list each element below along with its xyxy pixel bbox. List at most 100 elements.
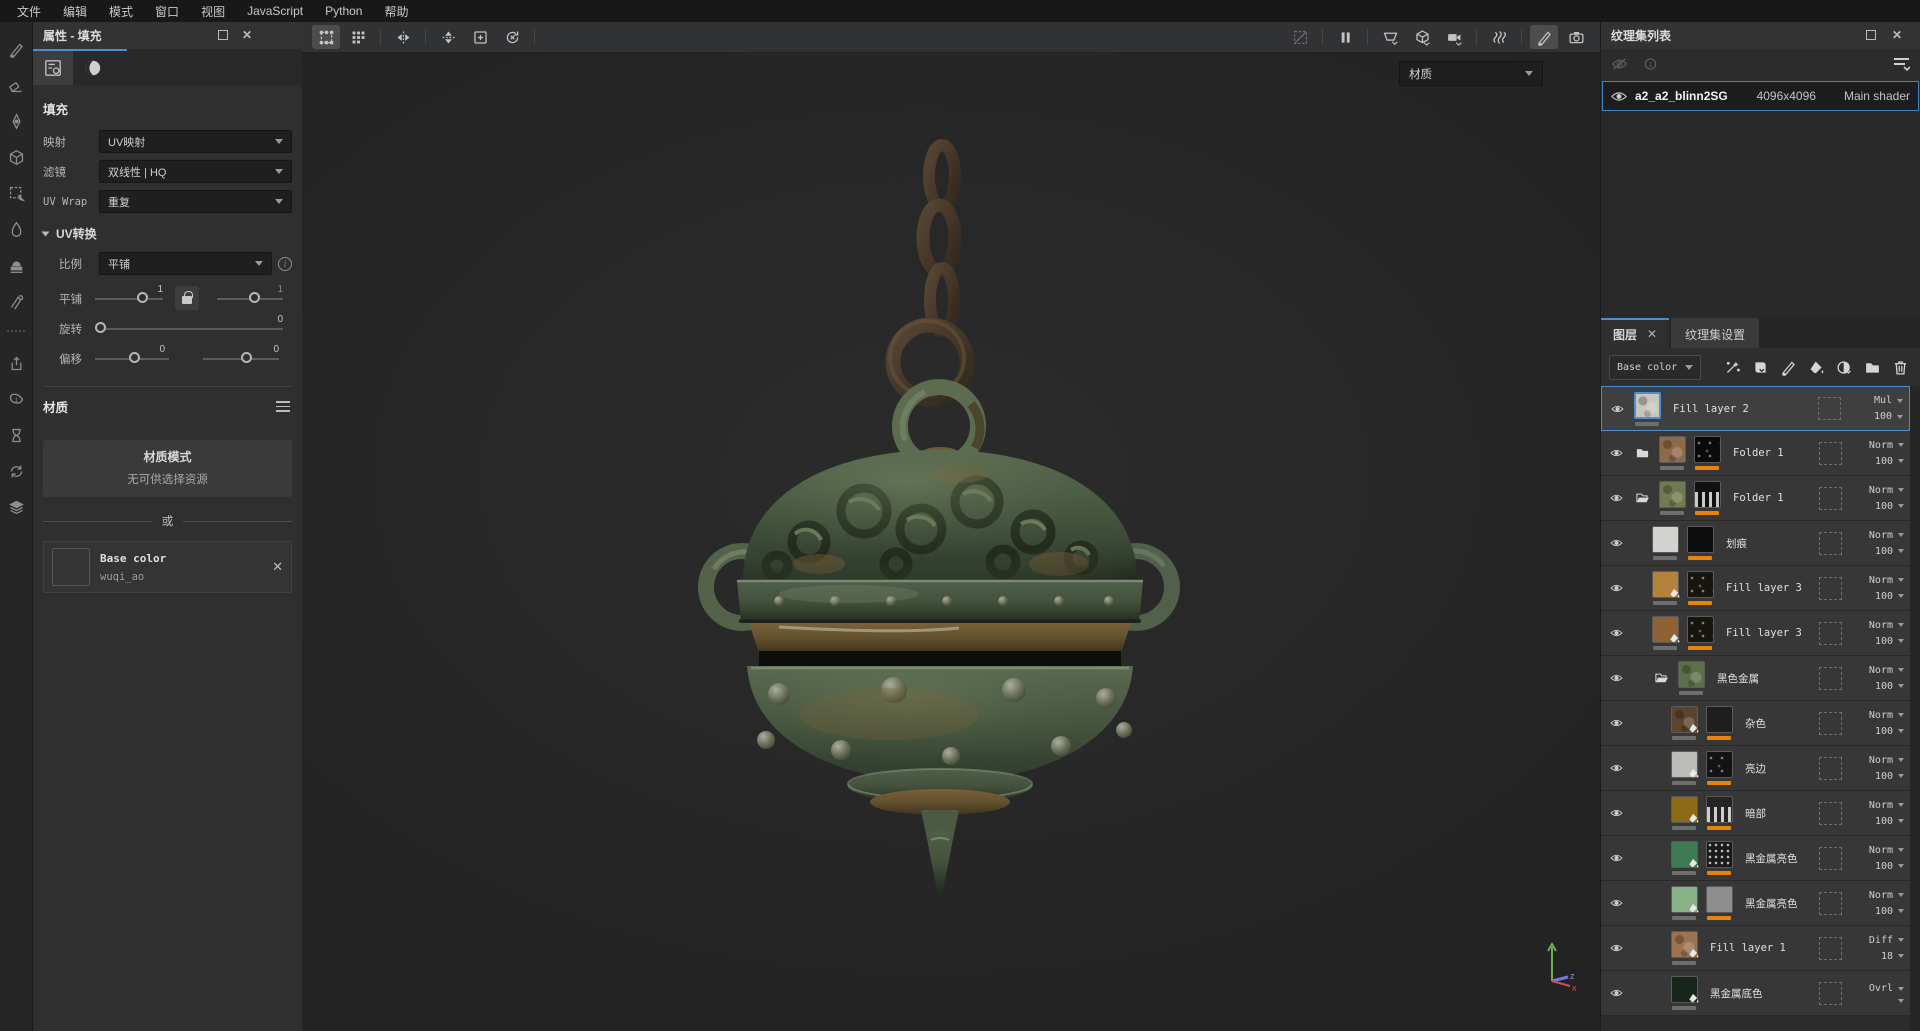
offset-slider-v-handle[interactable] [241, 352, 252, 363]
tile-slider-u-handle[interactable] [137, 292, 148, 303]
layer-mask-thumbnail[interactable] [1685, 616, 1715, 650]
layer-row-14[interactable]: 黑金属底色 Ovrl [1601, 971, 1910, 1016]
menu-item-6[interactable]: JavaScript [236, 2, 314, 20]
offset-slider-u[interactable]: 0 [95, 344, 169, 363]
opacity-select[interactable]: 100 [1875, 906, 1904, 917]
layer-row-5[interactable]: Fill layer 3 Norm 100 [1601, 566, 1910, 611]
uvwrap-select[interactable]: 重复 [99, 190, 292, 213]
delete-layer-icon[interactable] [1888, 355, 1912, 379]
eye-off-icon[interactable] [1611, 57, 1628, 74]
tab-texture-set-settings[interactable]: 纹理集设置 [1671, 318, 1760, 348]
eye-icon[interactable] [1601, 447, 1631, 459]
eye-icon[interactable] [1601, 852, 1631, 864]
menu-item-1[interactable]: 文件 [6, 1, 52, 22]
layer-thumbnail[interactable] [1669, 886, 1699, 920]
layer-thumbnail[interactable] [1657, 436, 1687, 470]
eye-icon[interactable] [1601, 897, 1631, 909]
layer-thumbnail[interactable] [1669, 841, 1699, 875]
add-fill-layer-icon[interactable] [1804, 355, 1828, 379]
blend-mode-select[interactable]: Norm [1869, 575, 1904, 586]
float-panel-icon[interactable] [1864, 28, 1878, 42]
export-icon[interactable] [3, 350, 29, 376]
layer-row-4[interactable]: 划痕 Norm 100 [1601, 521, 1910, 566]
transform-marquee-icon[interactable] [312, 25, 340, 49]
tab-fill-properties[interactable] [33, 51, 73, 85]
mask-placeholder[interactable] [1819, 846, 1842, 870]
layer-mask-thumbnail[interactable] [1685, 571, 1715, 605]
opacity-select[interactable]: 18 [1881, 951, 1904, 962]
eye-icon[interactable] [1601, 717, 1631, 729]
layer-row-12[interactable]: 黑金属亮色 Norm 100 [1601, 881, 1910, 926]
blend-mode-select[interactable]: Diff [1869, 935, 1904, 946]
layer-thumbnail[interactable] [1676, 661, 1706, 695]
eye-icon[interactable] [1601, 762, 1631, 774]
rotation-slider[interactable]: 0 [95, 314, 283, 333]
opacity-select[interactable]: 100 [1875, 501, 1904, 512]
mirror-vertical-icon[interactable] [434, 25, 462, 49]
menu-item-8[interactable]: 帮助 [373, 1, 419, 22]
mask-placeholder[interactable] [1819, 891, 1842, 915]
layer-thumbnail[interactable] [1650, 526, 1680, 560]
eye-icon[interactable] [1601, 807, 1631, 819]
layer-mask-thumbnail[interactable] [1692, 481, 1722, 515]
menu-item-3[interactable]: 模式 [98, 1, 144, 22]
layer-thumbnail[interactable] [1669, 706, 1699, 740]
filter-list-icon[interactable] [1893, 56, 1911, 74]
layer-list-scrollbar[interactable] [1910, 386, 1920, 1031]
channel-select[interactable]: Base color [1609, 354, 1701, 380]
layer-mask-thumbnail[interactable] [1704, 796, 1734, 830]
layer-row-8[interactable]: 杂色 Norm 100 [1601, 701, 1910, 746]
menu-item-2[interactable]: 编辑 [52, 1, 98, 22]
offset-slider-v[interactable]: 0 [203, 344, 279, 363]
filter-select[interactable]: 双线性 | HQ [99, 160, 292, 183]
tile-slider-v[interactable]: 1 [217, 284, 283, 303]
scale-select[interactable]: 平铺 [99, 252, 272, 275]
layer-row-9[interactable]: 亮边 Norm 100 [1601, 746, 1910, 791]
blend-mode-select[interactable]: Norm [1869, 440, 1904, 451]
mask-placeholder[interactable] [1818, 397, 1841, 420]
base-color-resource[interactable]: Base color wuqi_ao ✕ [43, 541, 292, 593]
tile-mode-icon[interactable] [344, 25, 372, 49]
viewport-3d[interactable]: 材质 z x [302, 22, 1600, 1031]
tile-lock-button[interactable] [175, 286, 199, 310]
layer-mask-thumbnail[interactable] [1704, 751, 1734, 785]
blend-mode-select[interactable]: Norm [1869, 530, 1904, 541]
layer-mask-thumbnail[interactable] [1685, 526, 1715, 560]
tab-material-sphere[interactable] [73, 51, 113, 85]
folder-open-icon[interactable] [1650, 671, 1672, 685]
paint-mode-icon[interactable] [1530, 25, 1558, 49]
close-panel-icon[interactable]: ✕ [240, 28, 254, 42]
opacity-select[interactable]: 100 [1875, 456, 1904, 467]
layer-thumbnail[interactable] [1669, 796, 1699, 830]
opacity-select[interactable]: 100 [1875, 861, 1904, 872]
resources-icon[interactable]: 1 [3, 386, 29, 412]
camera-view-icon[interactable] [1440, 25, 1468, 49]
smudge-tool-icon[interactable] [3, 288, 29, 314]
layer-row-3[interactable]: Folder 1 Norm 100 [1601, 476, 1910, 521]
layer-thumbnail[interactable] [1669, 931, 1699, 965]
remove-resource-icon[interactable]: ✕ [272, 559, 283, 575]
tab-layers[interactable]: 图层 ✕ [1601, 318, 1670, 348]
layer-thumbnail[interactable] [1650, 571, 1680, 605]
reset-rotation-icon[interactable] [498, 25, 526, 49]
tile-slider-v-handle[interactable] [249, 292, 260, 303]
eye-icon[interactable] [1601, 537, 1631, 549]
layer-row-6[interactable]: Fill layer 3 Norm 100 [1601, 611, 1910, 656]
paint-tool-icon[interactable] [3, 36, 29, 62]
close-tab-icon[interactable]: ✕ [1647, 327, 1657, 341]
screenshot-icon[interactable] [1562, 25, 1590, 49]
blend-mode-select[interactable]: Ovrl [1869, 983, 1904, 994]
layer-mask-thumbnail[interactable] [1692, 436, 1722, 470]
eraser-tool-icon[interactable] [3, 72, 29, 98]
mask-placeholder[interactable] [1819, 936, 1842, 960]
mask-placeholder[interactable] [1819, 621, 1842, 645]
eye-icon[interactable] [1601, 942, 1631, 954]
eye-icon[interactable] [1601, 492, 1631, 504]
uv-transform-section[interactable]: UV转换 [41, 225, 292, 242]
clone-tool-icon[interactable] [3, 252, 29, 278]
mask-placeholder[interactable] [1819, 666, 1842, 690]
mapping-select[interactable]: UV映射 [99, 130, 292, 153]
smart-selection-tool-icon[interactable] [3, 180, 29, 206]
mask-placeholder[interactable] [1819, 576, 1842, 600]
layer-thumbnail[interactable] [1657, 481, 1687, 515]
